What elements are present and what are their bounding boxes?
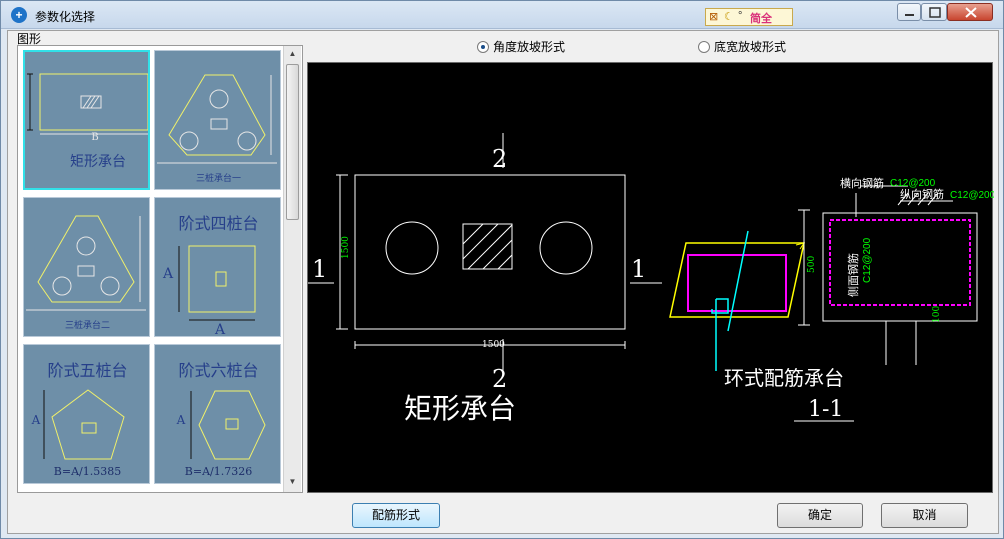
stepped-five-formula: B=A/1.5385 <box>53 465 122 478</box>
minimize-button[interactable] <box>897 3 921 21</box>
section-mark-top: 2 <box>492 145 507 173</box>
dim-cover: 100 <box>932 306 942 323</box>
plan-outline <box>354 174 626 330</box>
gallery-scrollbar[interactable]: ▲ ▼ <box>283 46 301 492</box>
section-mark-left: 1 <box>312 255 327 283</box>
dim-section-height: 500 <box>807 256 817 273</box>
moon-icon: ☾ <box>724 11 734 23</box>
pile-left <box>385 221 439 275</box>
ime-mode-label[interactable]: 简全 <box>750 10 772 26</box>
three-pile-2-caption: 三桩承台二 <box>64 321 110 331</box>
radio-unchecked-icon[interactable] <box>698 40 710 53</box>
stepped-six-formula: B=A/1.7326 <box>184 465 253 478</box>
longitudinal-rebar-spec: C12@200 <box>950 190 994 201</box>
gallery-item-stepped-five[interactable]: 阶式五桩台 A B=A/1.5385 <box>23 344 150 484</box>
minimize-icon <box>905 14 914 16</box>
close-button[interactable] <box>947 3 993 21</box>
three-pile-1-caption: 三桩承台一 <box>195 174 241 184</box>
stepped-four-caption: 阶式四桩台 <box>178 214 259 233</box>
dim-height-label: 1500 <box>341 236 351 259</box>
plan-title: 矩形承台 <box>404 392 516 425</box>
pile-right <box>539 221 593 275</box>
stepped-four-dim-a: A <box>162 266 174 282</box>
transverse-rebar-label: 横向钢筋 <box>840 176 884 190</box>
scroll-thumb[interactable] <box>286 64 299 220</box>
section-title: 1-1 <box>808 397 843 422</box>
three-pile-2-preview <box>26 215 146 311</box>
scroll-up-arrow-icon[interactable]: ▲ <box>286 48 299 60</box>
gallery-item-stepped-four[interactable]: 阶式四桩台 A A <box>154 197 281 338</box>
side-rebar-spec: C12@200 <box>862 237 873 283</box>
scroll-down-arrow-icon[interactable]: ▼ <box>286 476 299 488</box>
maximize-icon <box>929 7 941 18</box>
cancel-button[interactable]: 取消 <box>881 503 968 528</box>
stepped-five-caption: 阶式五桩台 <box>47 361 128 380</box>
ok-button[interactable]: 确定 <box>777 503 863 528</box>
cad-drawing: 2 2 1 1 1500 1500 矩形承台 环式配筋承台 横向钢筋 C12@2… <box>308 133 996 425</box>
window-title: 参数化选择 <box>35 10 96 24</box>
hatch-lines <box>462 223 513 270</box>
stepped-six-caption: 阶式六桩台 <box>178 361 259 380</box>
ring-title: 环式配筋承台 <box>724 367 844 390</box>
section-mark-bottom: 2 <box>492 365 507 393</box>
stepped-four-dim-a-bottom: A <box>214 322 226 338</box>
radio-angle-slope-label: 角度放坡形式 <box>493 40 566 54</box>
ime-logo-icon: ⊠ <box>709 11 719 23</box>
gallery-item-three-pile-1[interactable]: 三桩承台一 <box>154 50 281 190</box>
close-icon <box>965 7 977 18</box>
section-mark-right: 1 <box>631 255 646 283</box>
rect-cap-caption: 矩形承台 <box>70 154 126 170</box>
punctuation-icon: ° <box>738 10 743 22</box>
radio-angle-slope[interactable]: 角度放坡形式 <box>477 38 565 55</box>
radio-bottom-width-slope[interactable]: 底宽放坡形式 <box>698 38 786 55</box>
side-rebar-label: 侧面钢筋 <box>846 253 860 297</box>
rect-cap-dim-label: B <box>91 132 99 143</box>
stepped-five-dim-a: A <box>31 413 41 427</box>
cad-preview-canvas: 2 2 1 1 1500 1500 矩形承台 环式配筋承台 横向钢筋 C12@2… <box>307 62 996 493</box>
gallery-item-rect-cap[interactable]: B 矩形承台 <box>23 50 150 190</box>
dim-width-label: 1500 <box>482 340 505 350</box>
maximize-button[interactable] <box>921 3 947 21</box>
radio-bottom-width-slope-label: 底宽放坡形式 <box>714 40 787 54</box>
gallery-item-stepped-six[interactable]: 阶式六桩台 A B=A/1.7326 <box>154 344 281 484</box>
gallery-item-three-pile-2[interactable]: 三桩承台二 <box>23 197 150 337</box>
shape-gallery: B 矩形承台 三桩承台一 三桩承台二 阶式四桩台 A A 阶式五桩台 A B=A… <box>17 45 303 493</box>
radio-checked-icon[interactable] <box>477 40 489 53</box>
stepped-six-dim-a: A <box>176 413 186 427</box>
title-bar[interactable]: + 参数化选择 ⊠ ☾ ° 简全 <box>1 1 1003 29</box>
rebar-form-button[interactable]: 配筋形式 <box>352 503 440 528</box>
three-pile-1-preview <box>157 74 277 164</box>
dialog-window: + 参数化选择 ⊠ ☾ ° 简全 图形 B 矩形承台 三桩承台一 三桩承台二 阶… <box>0 0 1004 539</box>
app-icon: + <box>11 7 27 23</box>
slope-option-group: 角度放坡形式 底宽放坡形式 <box>307 36 995 56</box>
ime-toolbar[interactable]: ⊠ ☾ ° 简全 <box>705 8 793 26</box>
longitudinal-rebar-label: 纵向钢筋 <box>900 187 944 201</box>
transverse-rebar-spec: C12@200 <box>890 178 936 189</box>
